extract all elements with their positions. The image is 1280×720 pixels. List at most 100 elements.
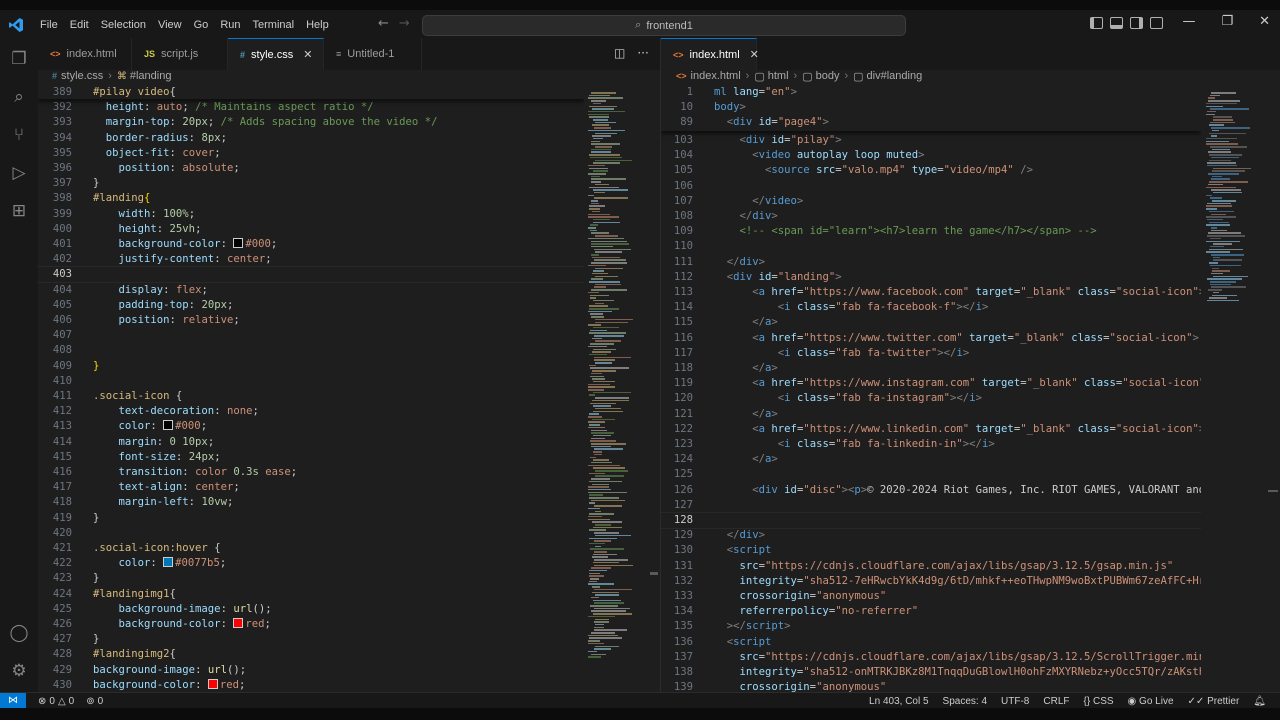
- code-line[interactable]: referrerpolicy="no-referrer": [714, 604, 919, 619]
- code-line[interactable]: background-color: red;: [93, 678, 245, 692]
- run-debug-icon[interactable]: ▷: [8, 162, 30, 184]
- code-line[interactable]: .social-icon {: [93, 389, 182, 404]
- code-line[interactable]: ></script>: [714, 619, 791, 634]
- code-line[interactable]: </video>: [714, 194, 803, 209]
- code-line[interactable]: margin-top: 20px; /* Adds spacing above …: [93, 115, 438, 130]
- code-line[interactable]: <div id="landing">: [714, 270, 842, 285]
- code-line[interactable]: ml lang="en">: [714, 86, 797, 100]
- settings-gear-icon[interactable]: ⚙: [8, 660, 30, 682]
- cursor-position[interactable]: Ln 403, Col 5: [869, 696, 929, 707]
- code-line[interactable]: }: [93, 511, 99, 526]
- code-line[interactable]: <a href="https://www.linkedin.com" targe…: [714, 422, 1201, 437]
- menu-view[interactable]: View: [152, 14, 188, 36]
- menu-help[interactable]: Help: [300, 14, 335, 36]
- close-icon[interactable]: ✕: [1259, 14, 1270, 29]
- menu-edit[interactable]: Edit: [64, 14, 95, 36]
- code-line[interactable]: <div id="page4">: [714, 115, 829, 130]
- code-line[interactable]: }: [93, 632, 99, 647]
- code-line[interactable]: <div id="pilay">: [714, 133, 842, 148]
- extensions-icon[interactable]: ⊞: [8, 200, 30, 222]
- end-of-line[interactable]: CRLF: [1043, 696, 1069, 707]
- toggle-primary-sidebar-icon[interactable]: [1090, 17, 1103, 29]
- code-line[interactable]: height: 25vh;: [93, 222, 202, 237]
- code-line[interactable]: </div>: [714, 255, 765, 270]
- code-line[interactable]: background-image: url();: [93, 602, 272, 617]
- code-line[interactable]: src="https://cdnjs.cloudflare.com/ajax/l…: [714, 650, 1202, 665]
- toggle-panel-icon[interactable]: [1110, 17, 1123, 29]
- code-line[interactable]: </a>: [714, 361, 778, 376]
- code-line[interactable]: <script: [714, 543, 772, 558]
- ports-indicator[interactable]: ⊚ 0: [86, 696, 103, 707]
- code-line[interactable]: <i class="fab fa-instagram"></i>: [714, 391, 982, 406]
- command-center-search[interactable]: ⌕ frontend1: [422, 15, 906, 36]
- go-live-button[interactable]: ◉ Go Live: [1128, 696, 1174, 707]
- menu-go[interactable]: Go: [188, 14, 215, 36]
- restore-icon[interactable]: ❐: [1221, 14, 1233, 29]
- code-line[interactable]: </a>: [714, 452, 778, 467]
- code-line[interactable]: padding-top: 20px;: [93, 298, 234, 313]
- code-line[interactable]: <video autoplay loop muted>: [714, 148, 924, 163]
- code-line[interactable]: justify-content: center;: [93, 252, 272, 267]
- breadcrumb-body[interactable]: body: [816, 70, 840, 82]
- code-line[interactable]: </a>: [714, 315, 778, 330]
- explorer-icon[interactable]: ❐: [8, 48, 30, 70]
- prettier-status[interactable]: ✓✓ Prettier: [1188, 696, 1240, 707]
- more-actions-icon[interactable]: ···: [637, 46, 648, 60]
- code-line[interactable]: <a href="https://www.facebook.com" targe…: [714, 285, 1201, 300]
- code-line[interactable]: color: #000;: [93, 419, 207, 434]
- close-tab-icon[interactable]: ✕: [303, 48, 312, 61]
- code-line[interactable]: background-image: url();: [93, 663, 246, 678]
- code-line[interactable]: object-fit: cover;: [93, 146, 221, 161]
- code-line[interactable]: text-align: center;: [93, 480, 240, 495]
- color-swatch[interactable]: [163, 557, 174, 568]
- search-icon[interactable]: ⌕: [8, 86, 30, 108]
- code-line[interactable]: #landingimg1{: [93, 587, 176, 602]
- code-line[interactable]: <i class="fab fa-facebook-f"></i>: [714, 300, 989, 315]
- code-line[interactable]: <div id="disc"><p>© 2020-2024 Riot Games…: [714, 483, 1201, 498]
- code-line[interactable]: src="https://cdnjs.cloudflare.com/ajax/l…: [714, 559, 1174, 574]
- code-line[interactable]: position: absolute;: [93, 161, 240, 176]
- tab-index-html[interactable]: <> index.html: [38, 38, 132, 70]
- code-line[interactable]: <i class="fab fa-twitter"></i>: [714, 346, 969, 361]
- code-line[interactable]: </a>: [714, 407, 778, 422]
- code-line[interactable]: transition: color 0.3s ease;: [93, 465, 298, 480]
- code-line[interactable]: </div>: [714, 528, 765, 543]
- indentation[interactable]: Spaces: 4: [943, 696, 987, 707]
- code-line[interactable]: border-radius: 8px;: [93, 131, 227, 146]
- code-line[interactable]: <a href="https://www.instagram.com" targ…: [714, 376, 1201, 391]
- notifications-bell-icon[interactable]: 🔔︎: [1253, 696, 1266, 707]
- code-line[interactable]: <!-- <span id="learn"><h7>learn the game…: [714, 224, 1097, 239]
- code-line[interactable]: #landing{: [93, 191, 150, 206]
- code-line[interactable]: #landingimg2{: [93, 647, 176, 662]
- tab-untitled-1[interactable]: ≡ Untitled-1: [324, 38, 422, 70]
- breadcrumb-div[interactable]: div#landing: [867, 70, 923, 82]
- code-line[interactable]: background-color: #000;: [93, 237, 277, 252]
- code-line[interactable]: #pilay video{: [93, 86, 176, 100]
- left-scrollbar-thumb[interactable]: [650, 572, 658, 575]
- right-scrollbar-thumb[interactable]: [1268, 490, 1278, 492]
- code-line[interactable]: margin: 0 10px;: [93, 435, 215, 450]
- toggle-secondary-sidebar-icon[interactable]: [1130, 17, 1143, 29]
- left-minimap[interactable]: [586, 86, 650, 692]
- language-mode[interactable]: {} CSS: [1084, 696, 1114, 707]
- breadcrumb-file[interactable]: index.html: [691, 70, 741, 82]
- problems-indicator[interactable]: ⊗ 0 △ 0: [38, 696, 74, 707]
- code-line[interactable]: color: #0077b5;: [93, 556, 226, 571]
- customize-layout-icon[interactable]: [1150, 17, 1163, 29]
- code-line[interactable]: height: auto; /* Maintains aspect ratio …: [93, 100, 374, 115]
- code-line[interactable]: body>: [714, 100, 746, 115]
- source-control-icon[interactable]: ⑂: [8, 124, 30, 146]
- right-minimap[interactable]: [1204, 86, 1268, 692]
- code-line[interactable]: crossorigin="anonymous": [714, 680, 887, 692]
- code-line[interactable]: }: [93, 571, 99, 586]
- minimize-icon[interactable]: —: [1182, 14, 1195, 29]
- code-line[interactable]: }: [93, 359, 99, 374]
- color-swatch[interactable]: [233, 238, 244, 248]
- code-line[interactable]: display: flex;: [93, 283, 208, 298]
- code-line[interactable]: position: relative;: [93, 313, 240, 328]
- close-tab-icon[interactable]: ✕: [750, 48, 759, 61]
- breadcrumb-file[interactable]: style.css: [61, 70, 103, 82]
- menu-terminal[interactable]: Terminal: [247, 14, 301, 36]
- split-editor-icon[interactable]: ◫: [614, 46, 625, 60]
- code-line[interactable]: margin-left: 10vw;: [93, 495, 234, 510]
